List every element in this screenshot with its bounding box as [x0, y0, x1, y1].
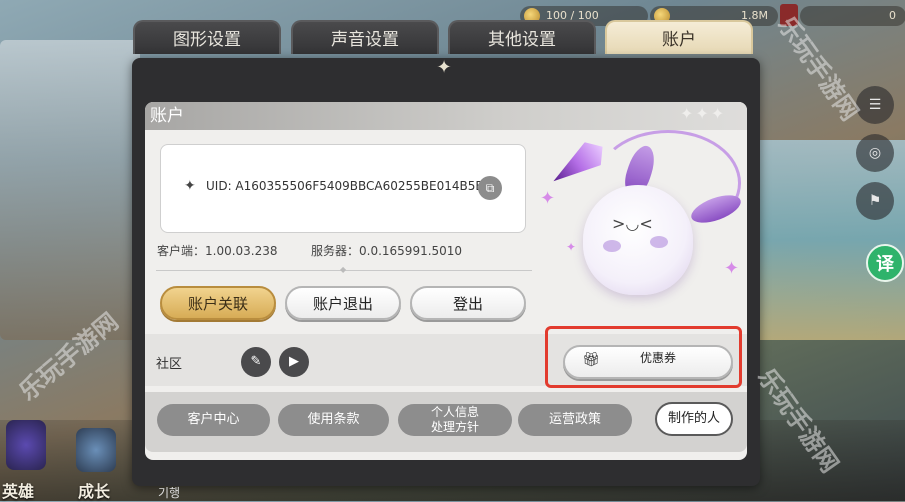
- community-label: 社区: [156, 357, 183, 372]
- sparkle-icon: ✦: [566, 240, 577, 254]
- mascot-body: [583, 185, 693, 295]
- divider-dot: ◆: [340, 265, 347, 274]
- diamond-ornament-icon: ✦: [436, 57, 452, 78]
- server-version: 服务器：0.0.165991.5010: [311, 244, 463, 258]
- play-video-icon[interactable]: ▶: [279, 347, 309, 377]
- sparkle-ornament-icon: ✦✦✦: [680, 104, 727, 123]
- account-logout-button[interactable]: 账户退出: [285, 286, 401, 320]
- growth-nav-label[interactable]: 成长: [78, 478, 110, 502]
- terms-button[interactable]: 使用条款: [278, 404, 389, 436]
- sparkle-icon: ✦: [540, 188, 556, 209]
- panel-title: 账户: [150, 106, 184, 126]
- tab-graphics[interactable]: 图形设置: [133, 20, 281, 54]
- tab-sound[interactable]: 声音设置: [291, 20, 439, 54]
- client-version: 客户端：1.00.03.238: [157, 244, 278, 258]
- privacy-policy-button[interactable]: 个人信息 处理方针: [398, 404, 512, 436]
- translate-button[interactable]: 译: [866, 244, 904, 282]
- flag-side-icon[interactable]: ⚑: [856, 182, 894, 220]
- uid-text: UID: A160355506F5409BBCA60255BE014B5B: [206, 179, 484, 193]
- edit-icon[interactable]: ✎: [241, 347, 271, 377]
- partial-nav-label[interactable]: 기행: [158, 484, 180, 501]
- star-icon: ✦: [184, 178, 196, 194]
- growth-nav-icon[interactable]: [76, 428, 116, 472]
- coupon-highlight-box: [545, 326, 742, 388]
- privacy-line-1: 个人信息: [430, 405, 479, 419]
- hero-nav-icon[interactable]: [6, 420, 46, 470]
- operation-policy-button[interactable]: 运营政策: [518, 404, 632, 436]
- credits-button[interactable]: 制作的人: [655, 402, 733, 436]
- tab-account[interactable]: 账户: [605, 20, 753, 54]
- mascot-blush-right: [650, 236, 668, 248]
- gem-counter: 0: [800, 6, 905, 26]
- menu-side-icon[interactable]: ☰: [856, 86, 894, 124]
- link-account-button[interactable]: 账户关联: [160, 286, 276, 320]
- hero-nav-label[interactable]: 英雄: [2, 478, 34, 502]
- mascot-blush-left: [603, 240, 621, 252]
- background-castle: [0, 40, 140, 340]
- panel-header: [145, 102, 747, 130]
- sparkle-icon: ✦: [724, 258, 740, 279]
- customer-center-button[interactable]: 客户中心: [157, 404, 270, 436]
- compass-side-icon[interactable]: ◎: [856, 134, 894, 172]
- privacy-line-2: 处理方针: [430, 420, 479, 434]
- copy-icon[interactable]: ⧉: [478, 176, 502, 200]
- tab-other[interactable]: 其他设置: [448, 20, 596, 54]
- mascot-face: >◡<: [612, 214, 653, 233]
- logout-button[interactable]: 登出: [410, 286, 526, 320]
